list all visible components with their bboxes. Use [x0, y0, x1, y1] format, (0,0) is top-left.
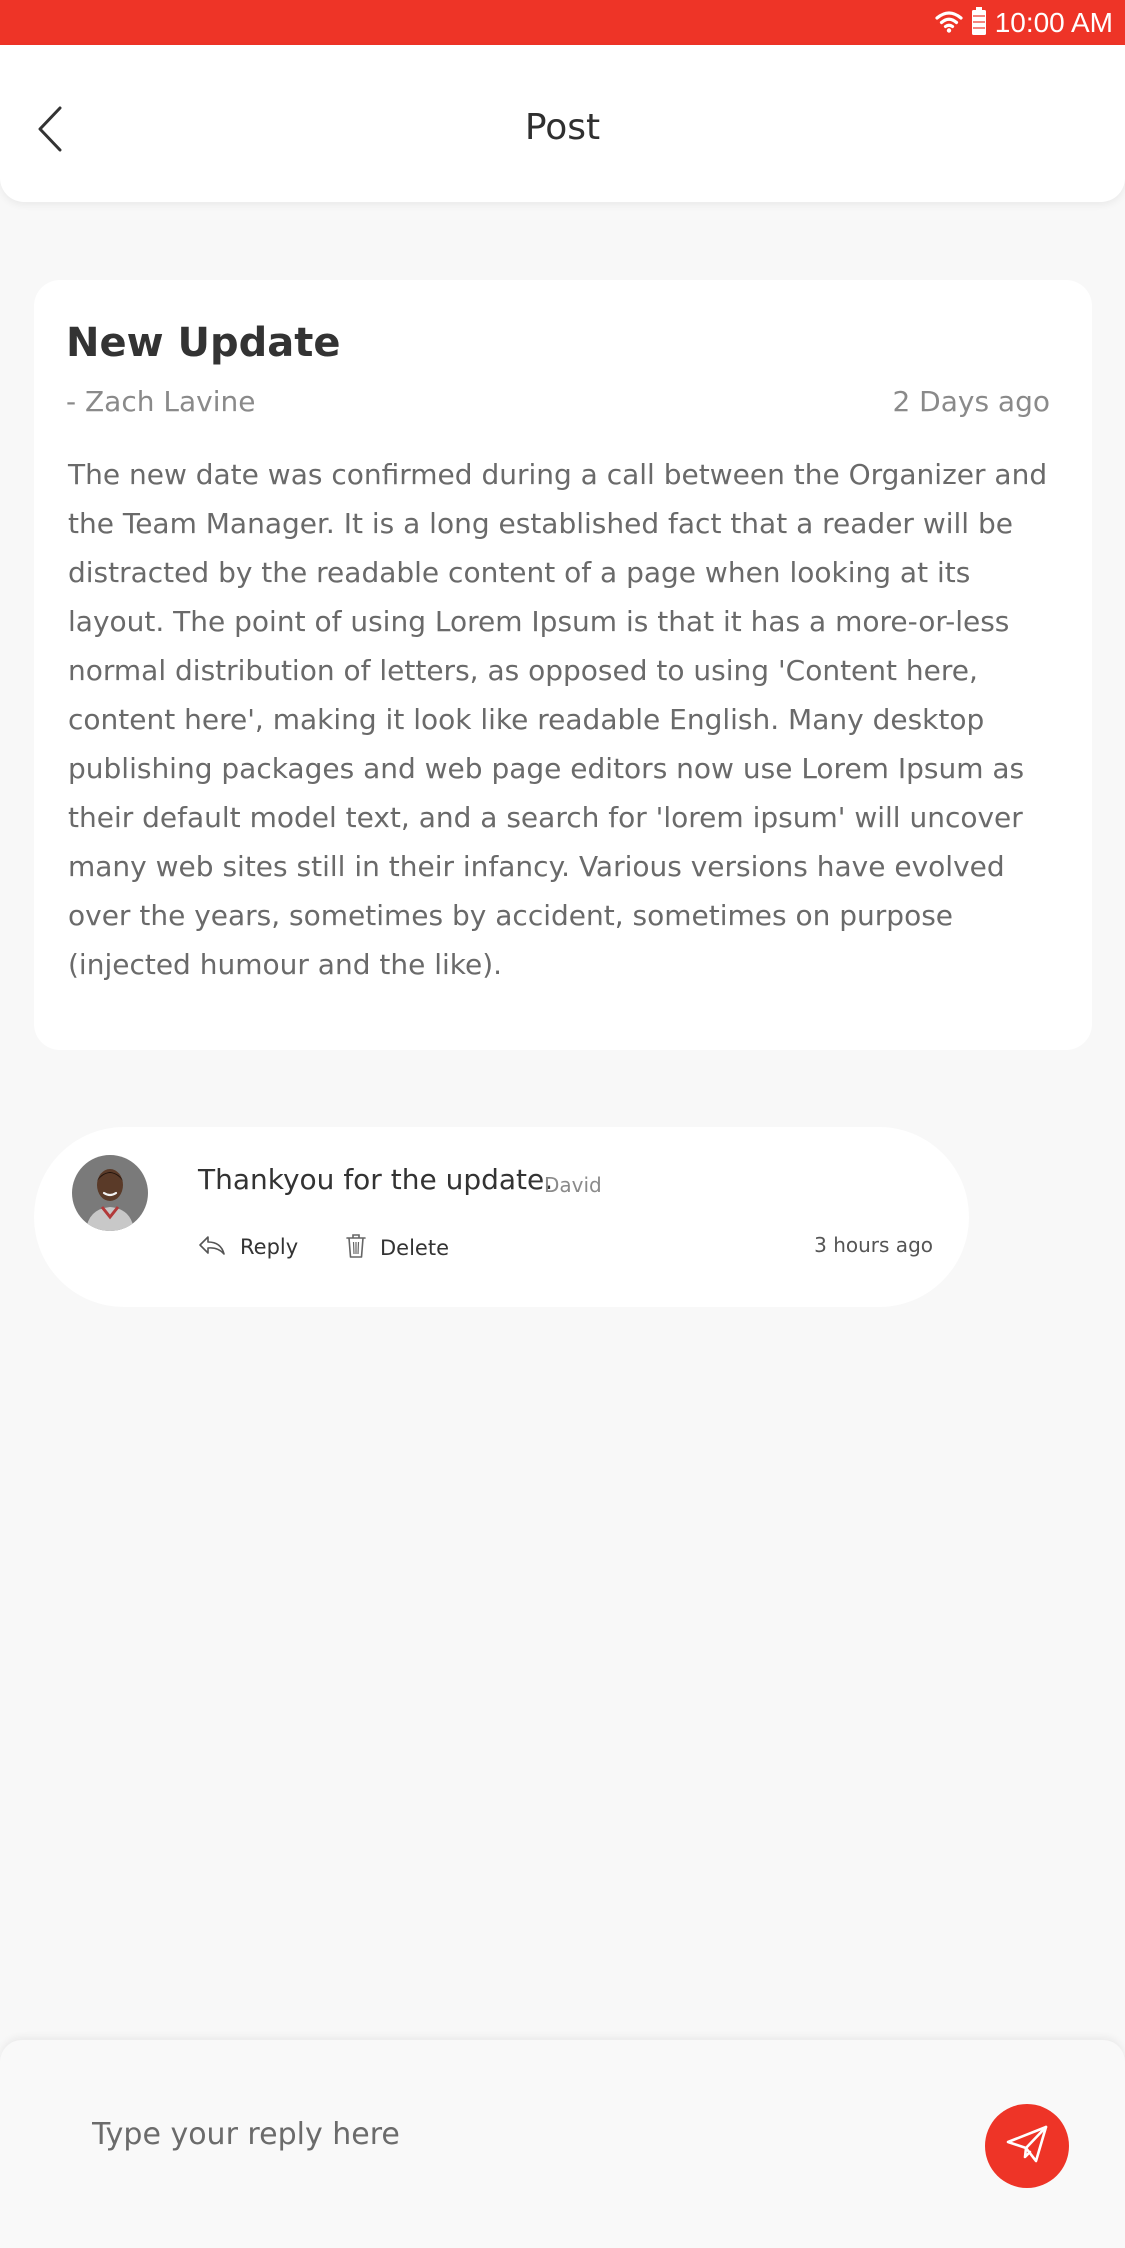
- post-title: New Update: [66, 320, 341, 366]
- post-card: New Update - Zach Lavine 2 Days ago The …: [34, 280, 1092, 1050]
- send-button[interactable]: [985, 2104, 1069, 2188]
- send-icon: [1005, 2124, 1049, 2168]
- post-author: - Zach Lavine: [66, 385, 256, 418]
- delete-button[interactable]: Delete: [346, 1233, 449, 1263]
- delete-label: Delete: [380, 1236, 449, 1260]
- status-icons: 10:00 AM: [935, 0, 1113, 45]
- comment-item: Thankyou for the update. David Reply Del…: [34, 1127, 969, 1307]
- reply-label: Reply: [240, 1235, 299, 1259]
- post-body: The new date was confirmed during a call…: [68, 458, 1048, 981]
- app-header: Post: [0, 45, 1125, 202]
- post-time: 2 Days ago: [892, 385, 1050, 418]
- comment-time: 3 hours ago: [814, 1233, 933, 1257]
- reply-input[interactable]: [90, 2098, 954, 2170]
- wifi-icon: [935, 9, 963, 37]
- trash-icon: [346, 1233, 366, 1263]
- comment-text: Thankyou for the update.: [198, 1163, 554, 1196]
- reply-button[interactable]: Reply: [198, 1233, 298, 1261]
- comment-author: David: [544, 1173, 602, 1197]
- status-bar: 10:00 AM: [0, 0, 1125, 45]
- reply-icon: [198, 1233, 226, 1261]
- reply-bar: [0, 2040, 1125, 2248]
- page-title: Post: [524, 107, 601, 148]
- battery-icon: [971, 6, 987, 39]
- status-time: 10:00 AM: [994, 6, 1113, 38]
- avatar: [72, 1155, 148, 1231]
